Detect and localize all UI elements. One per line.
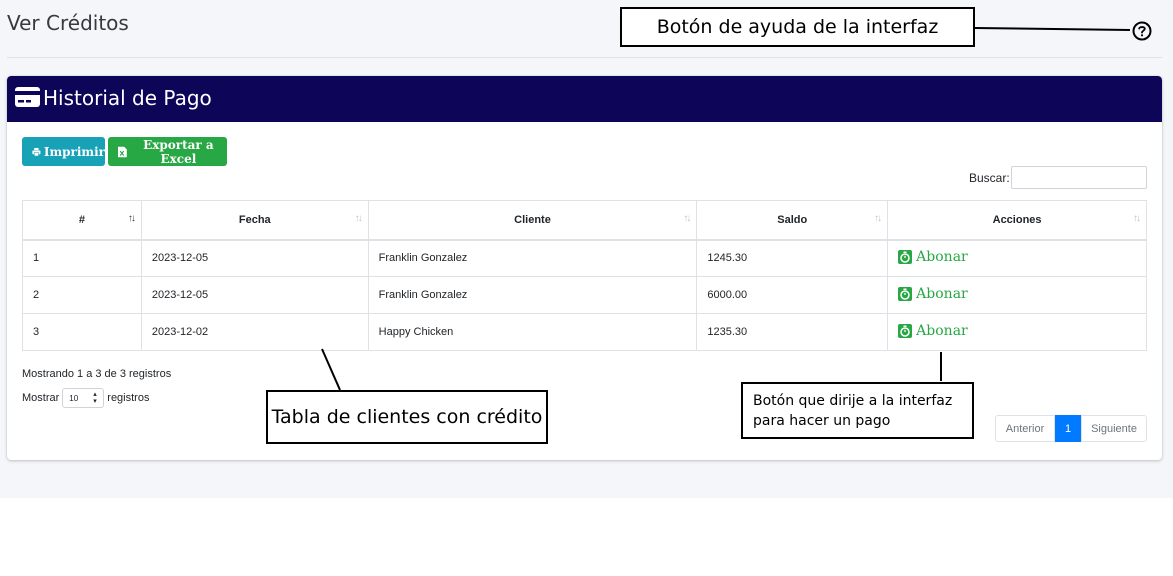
stopwatch-icon — [898, 287, 913, 301]
sort-icon: ↑↓ — [1133, 213, 1141, 224]
stopwatch-icon — [898, 324, 913, 338]
cell-number: 3 — [22, 313, 142, 351]
abonar-button[interactable]: Abonar — [898, 323, 968, 339]
cell-acciones: Abonar — [887, 313, 1147, 351]
table-row: 2 2023-12-05 Franklin Gonzalez 6000.00 A… — [22, 276, 1147, 314]
export-excel-button-label: Exportar a Excel — [143, 137, 214, 166]
pagination-page-1[interactable]: 1 — [1055, 415, 1081, 442]
search-input[interactable] — [1011, 166, 1147, 189]
annotation-table: Tabla de clientes con crédito — [266, 390, 548, 444]
card-header: Historial de Pago — [7, 76, 1162, 122]
stopwatch-icon — [898, 250, 913, 265]
cell-number: 1 — [22, 239, 142, 277]
cell-number: 2 — [22, 276, 142, 314]
cell-saldo: 1245.30 — [696, 239, 889, 277]
annotation-help-button: Botón de ayuda de la interfaz — [620, 7, 975, 47]
card-title: Historial de Pago — [43, 86, 212, 110]
cell-acciones: Abonar — [887, 276, 1147, 314]
pagination: Anterior 1 Siguiente — [995, 415, 1147, 442]
annotation-pay-button: Botón que dirije a la interfaz para hace… — [741, 382, 974, 439]
cell-cliente: Franklin Gonzalez — [367, 276, 698, 314]
sort-ascending-icon: ↑↓ — [127, 213, 136, 224]
cell-fecha: 2023-12-05 — [140, 239, 369, 277]
title-divider — [7, 57, 1162, 58]
column-header-acciones[interactable]: Acciones ↑↓ — [887, 200, 1147, 241]
abonar-button[interactable]: Abonar — [898, 286, 968, 302]
sort-icon: ↑↓ — [683, 213, 691, 224]
column-header-number[interactable]: # ↑↓ — [22, 200, 142, 241]
cell-cliente: Happy Chicken — [367, 313, 698, 351]
help-icon[interactable] — [1132, 21, 1152, 41]
credit-card-icon — [14, 86, 41, 108]
print-button[interactable]: Imprimir — [22, 137, 105, 166]
payment-history-card: Historial de Pago Imprimir Exportar a Ex… — [7, 76, 1162, 460]
page-length-select[interactable]: 10 — [62, 388, 105, 408]
cell-fecha: 2023-12-05 — [140, 276, 369, 314]
show-label: Mostrar — [22, 392, 60, 404]
credits-table: # ↑↓ Fecha ↑↓ Cliente ↑↓ Saldo ↑↓ Acciones ↑↓… — [22, 200, 1147, 351]
annotation-pay-line2: para hacer un pago — [753, 413, 891, 429]
page-title: Ver Créditos — [7, 11, 129, 35]
print-button-label: Imprimir — [43, 144, 105, 159]
table-row: 1 2023-12-05 Franklin Gonzalez 1245.30 A… — [22, 239, 1147, 277]
search-label: Buscar: — [969, 171, 1010, 185]
cell-saldo: 6000.00 — [696, 276, 889, 314]
printer-icon — [32, 147, 41, 156]
column-header-fecha[interactable]: Fecha ↑↓ — [140, 200, 369, 241]
column-header-cliente[interactable]: Cliente ↑↓ — [367, 200, 698, 241]
page-length-control: Mostrar 10 registros — [22, 388, 149, 408]
sort-icon: ↑↓ — [874, 213, 882, 224]
cell-fecha: 2023-12-02 — [140, 313, 369, 351]
export-excel-button[interactable]: Exportar a Excel — [108, 137, 227, 166]
table-header-row: # ↑↓ Fecha ↑↓ Cliente ↑↓ Saldo ↑↓ Acciones ↑↓ — [22, 200, 1147, 241]
annotation-pay-line1: Botón que dirije a la interfaz — [753, 393, 953, 409]
pagination-next[interactable]: Siguiente — [1081, 415, 1147, 442]
records-label: registros — [107, 392, 150, 404]
column-header-saldo[interactable]: Saldo ↑↓ — [696, 200, 889, 241]
abonar-button[interactable]: Abonar — [898, 249, 968, 265]
pagination-previous[interactable]: Anterior — [995, 415, 1055, 442]
app-background: Ver Créditos Historial de Pago Imprimir … — [0, 0, 1173, 498]
table-info: Mostrando 1 a 3 de 3 registros — [22, 368, 172, 380]
table-row: 3 2023-12-02 Happy Chicken 1235.30 Abona… — [22, 313, 1147, 351]
cell-cliente: Franklin Gonzalez — [367, 239, 698, 277]
sort-icon: ↑↓ — [354, 213, 363, 224]
cell-acciones: Abonar — [887, 239, 1147, 277]
cell-saldo: 1235.30 — [696, 313, 889, 351]
excel-file-icon — [118, 146, 127, 157]
